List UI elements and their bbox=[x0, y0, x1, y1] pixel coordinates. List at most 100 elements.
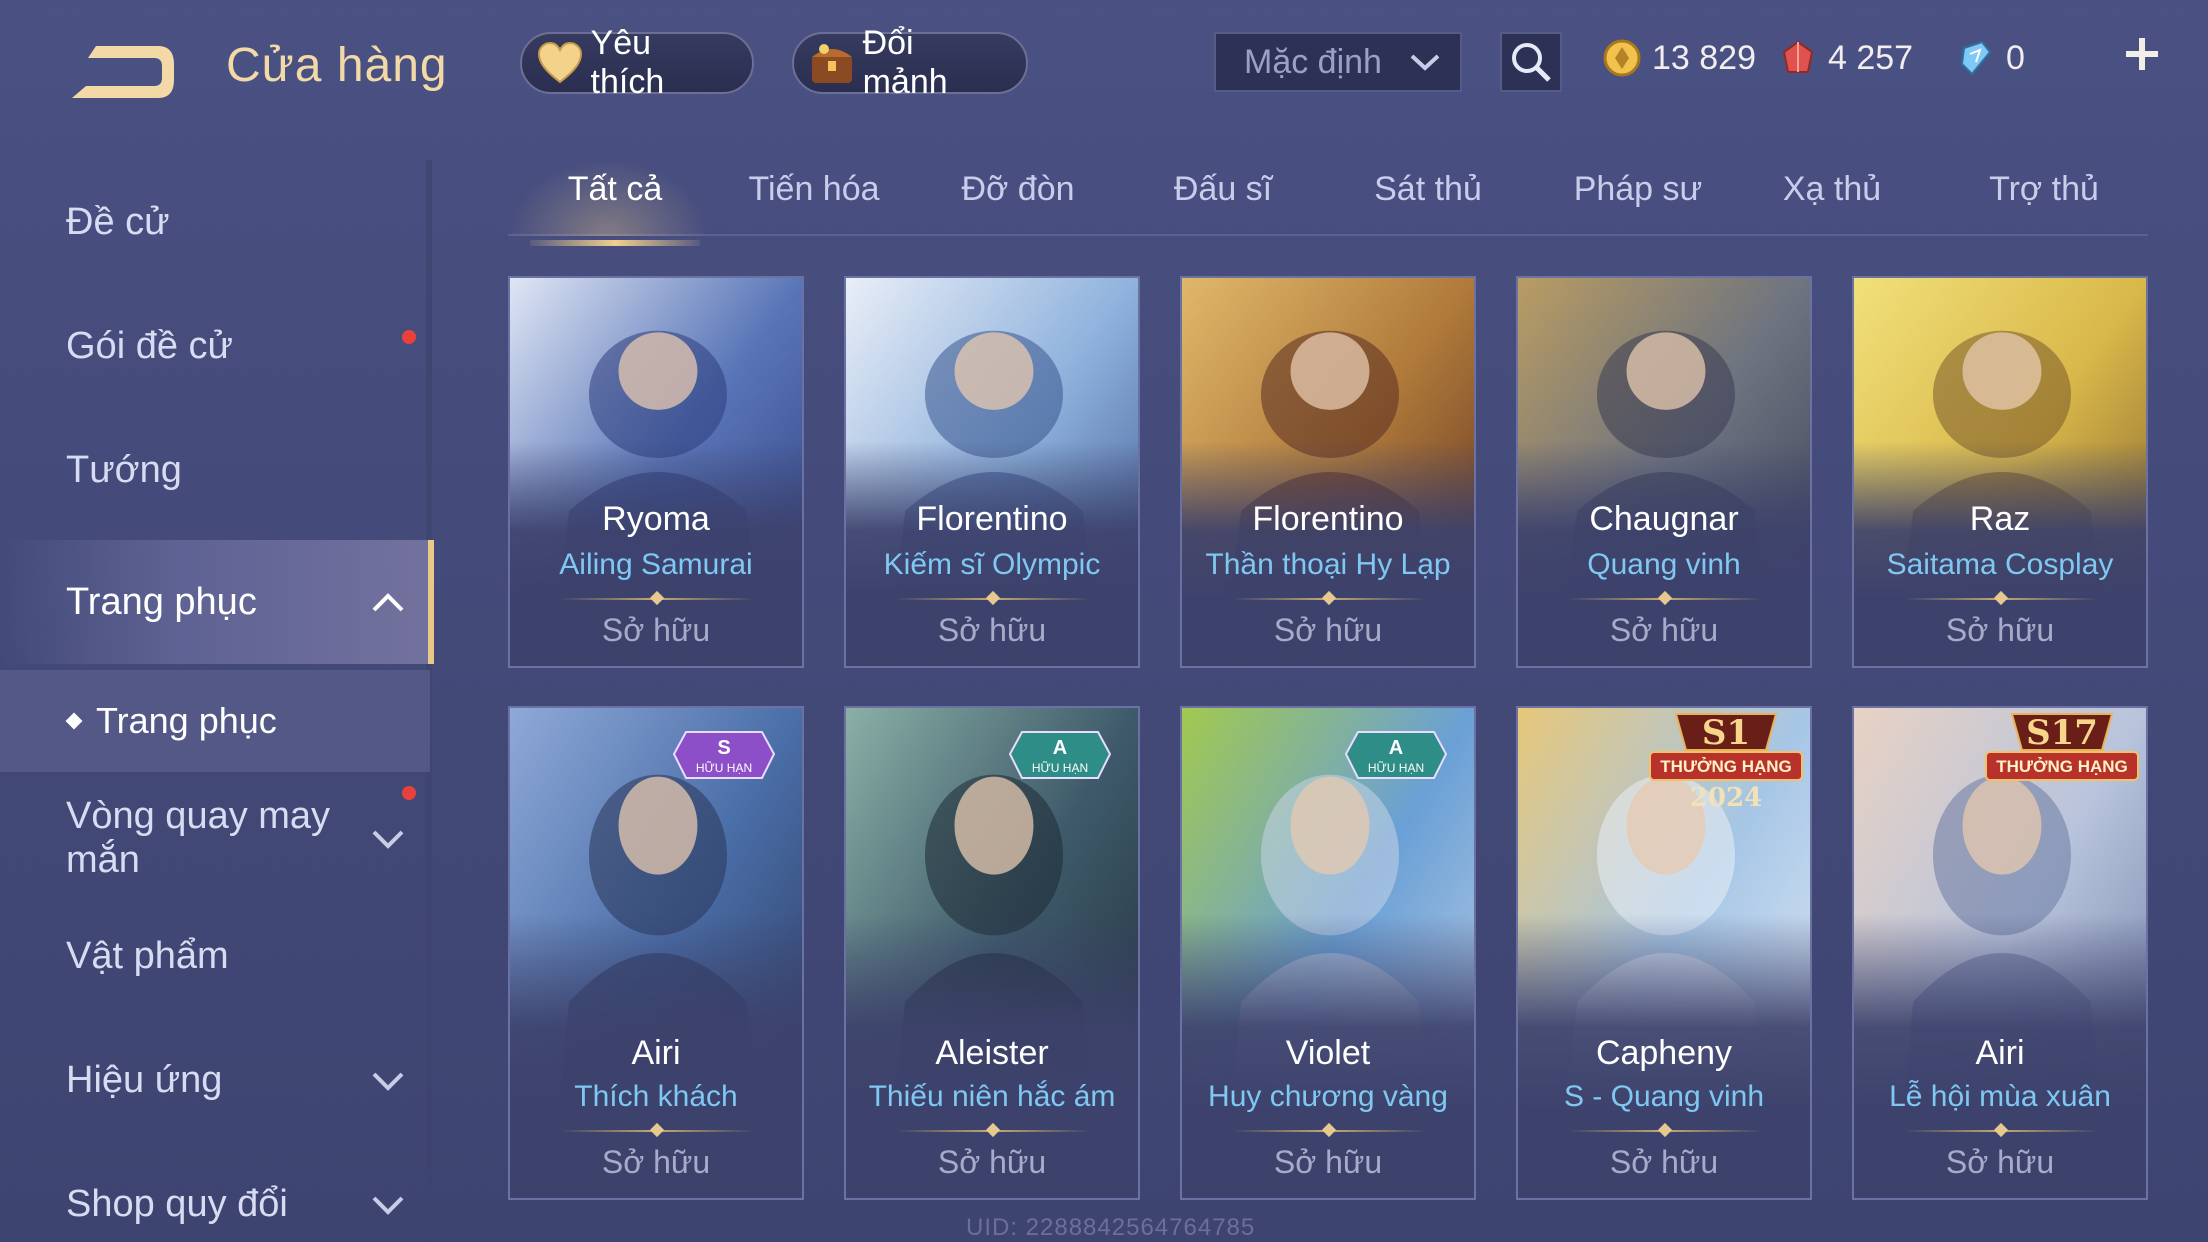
skin-card[interactable]: Florentino Thần thoại Hy Lạp Sở hữu bbox=[1180, 276, 1476, 668]
tab-support[interactable]: Trợ thủ bbox=[1986, 170, 2102, 234]
card-divider bbox=[896, 598, 1090, 600]
hero-name: Florentino bbox=[916, 500, 1068, 538]
tab-tank[interactable]: Đỡ đòn bbox=[948, 170, 1088, 234]
card-divider bbox=[1232, 598, 1426, 600]
card-divider bbox=[1568, 1130, 1762, 1132]
skin-card[interactable]: Ryoma Ailing Samurai Sở hữu bbox=[508, 276, 804, 668]
chevron-down-icon bbox=[372, 1196, 404, 1215]
limited-grade-badge: A HỮU HẠN bbox=[1008, 724, 1112, 786]
rank-year: 2024 bbox=[1690, 783, 1762, 813]
rank-season: S1 bbox=[1702, 713, 1750, 753]
rank-text: THƯỞNG HẠNG bbox=[1660, 757, 1792, 776]
hero-name: Capheny bbox=[1595, 1034, 1733, 1072]
fragment-exchange-button[interactable]: Đổi mảnh bbox=[792, 24, 1028, 101]
hero-name: Florentino bbox=[1252, 500, 1404, 538]
skin-name: Huy chương vàng bbox=[1208, 1080, 1448, 1113]
notification-dot bbox=[402, 786, 416, 800]
season-rank-badge: S1 THƯỞNG HẠNG 2024 bbox=[1646, 710, 1806, 820]
card-divider bbox=[1232, 1130, 1426, 1132]
favorite-button[interactable]: Yêu thích bbox=[520, 24, 754, 101]
badge-grade: A bbox=[1389, 737, 1403, 759]
skin-card[interactable]: S17 THƯỞNG HẠNG Airi Lễ hội mùa xuân Sở hữu bbox=[1852, 706, 2148, 1200]
skin-name: Kiếm sĩ Olympic bbox=[883, 548, 1101, 581]
voucher-gem-icon bbox=[1782, 40, 1814, 73]
card-divider bbox=[1904, 1130, 2098, 1132]
skin-name: Thích khách bbox=[574, 1080, 738, 1113]
limited-grade-badge: S HỮU HẠN bbox=[672, 724, 776, 786]
tab-all[interactable]: Tất cả bbox=[530, 170, 700, 246]
sidebar-item-items[interactable]: Vật phẩm bbox=[0, 894, 430, 1018]
back-button[interactable] bbox=[66, 36, 178, 106]
hero-name: Aleister bbox=[935, 1034, 1049, 1072]
skin-card[interactable]: Raz Saitama Cosplay Sở hữu bbox=[1852, 276, 2148, 668]
skin-name: Quang vinh bbox=[1587, 548, 1741, 581]
voucher-amount: 4 257 bbox=[1828, 38, 1914, 77]
skin-card[interactable]: Chaugnar Quang vinh Sở hữu bbox=[1516, 276, 1812, 668]
sidebar-item-skins[interactable]: Trang phục bbox=[0, 540, 434, 664]
skin-card[interactable]: S1 THƯỞNG HẠNG 2024 Capheny S - Quang vinh Sở… bbox=[1516, 706, 1812, 1200]
sidebar-item-label: Shop quy đổi bbox=[66, 1182, 288, 1225]
sidebar-subitem-skins[interactable]: Trang phục bbox=[0, 670, 430, 772]
chevron-up-icon bbox=[372, 593, 404, 612]
sidebar-item-heroes[interactable]: Tướng bbox=[0, 408, 430, 532]
skin-name: Ailing Samurai bbox=[559, 548, 753, 581]
notification-dot bbox=[402, 330, 416, 344]
limited-grade-badge: A HỮU HẠN bbox=[1344, 724, 1448, 786]
card-divider bbox=[896, 1130, 1090, 1132]
sidebar-item-lucky-spin[interactable]: Vòng quay may mắn bbox=[0, 772, 430, 904]
sidebar-subitem-label: Trang phục bbox=[96, 700, 277, 741]
badge-grade: S bbox=[717, 737, 730, 759]
sort-dropdown[interactable]: Mặc định bbox=[1214, 32, 1462, 92]
crystal-icon bbox=[1960, 40, 1992, 76]
hero-name: Violet bbox=[1285, 1034, 1371, 1072]
rank-text: THƯỞNG HẠNG bbox=[1996, 757, 2128, 776]
card-divider bbox=[1568, 598, 1762, 600]
sidebar: Đề cử Gói đề cử Tướng Trang phục Trang p… bbox=[0, 160, 434, 1242]
chevron-down-icon bbox=[372, 1072, 404, 1091]
badge-text: HỮU HẠN bbox=[1368, 760, 1424, 775]
hero-name: Airi bbox=[631, 1034, 681, 1072]
skin-name: Saitama Cosplay bbox=[1886, 548, 2114, 581]
badge-text: HỮU HẠN bbox=[696, 760, 752, 775]
plus-icon bbox=[2126, 38, 2158, 70]
gold-coin-icon bbox=[1603, 39, 1641, 77]
hero-name: Airi bbox=[1975, 1034, 2025, 1072]
sidebar-item-featured-bundles[interactable]: Gói đề cử bbox=[0, 284, 430, 408]
skin-name: Thần thoại Hy Lạp bbox=[1205, 548, 1451, 581]
diamond-bullet-icon bbox=[65, 712, 83, 730]
rank-season: S17 bbox=[2026, 713, 2098, 753]
owned-status: Sở hữu bbox=[937, 612, 1047, 648]
tab-marksman[interactable]: Xạ thủ bbox=[1780, 170, 1884, 234]
season-rank-badge: S17 THƯỞNG HẠNG bbox=[1982, 710, 2142, 820]
sidebar-item-label: Vòng quay may mắn bbox=[66, 795, 331, 881]
sidebar-item-effects[interactable]: Hiệu ứng bbox=[0, 1018, 430, 1142]
fragment-exchange-label: Đổi mảnh bbox=[862, 24, 948, 101]
owned-status: Sở hữu bbox=[1273, 612, 1383, 648]
skin-card[interactable]: A HỮU HẠN Aleister Thiếu niên hắc ám Sở hữu bbox=[844, 706, 1140, 1200]
search-button[interactable] bbox=[1500, 32, 1562, 92]
tab-assassin[interactable]: Sát thủ bbox=[1370, 170, 1486, 234]
top-up-button[interactable] bbox=[2118, 30, 2166, 78]
hero-name: Raz bbox=[1969, 500, 2031, 538]
sidebar-item-label: Gói đề cử bbox=[66, 324, 233, 367]
tab-mage[interactable]: Pháp sư bbox=[1568, 170, 1708, 234]
skin-card[interactable]: A HỮU HẠN Violet Huy chương vàng Sở hữu bbox=[1180, 706, 1476, 1200]
skin-card[interactable]: S HỮU HẠN Airi Thích khách Sở hữu bbox=[508, 706, 804, 1200]
owned-status: Sở hữu bbox=[601, 1144, 711, 1180]
owned-status: Sở hữu bbox=[1609, 1144, 1719, 1180]
chevron-down-icon bbox=[372, 830, 404, 849]
owned-status: Sở hữu bbox=[1609, 612, 1719, 648]
tab-fighter[interactable]: Đấu sĩ bbox=[1168, 170, 1278, 234]
sidebar-item-label: Trang phục bbox=[66, 580, 257, 623]
skin-name: Thiếu niên hắc ám bbox=[868, 1080, 1116, 1113]
tab-evolution[interactable]: Tiến hóa bbox=[744, 170, 884, 234]
sidebar-item-featured[interactable]: Đề cử bbox=[0, 160, 430, 284]
gold-currency: 13 829 bbox=[1602, 34, 1756, 82]
owned-status: Sở hữu bbox=[1945, 1144, 2055, 1180]
gem-currency: 0 bbox=[1956, 34, 2025, 82]
top-bar: Cửa hàng Yêu thích Đổi mảnh Mặc định 13 … bbox=[0, 0, 2208, 130]
back-arrow-icon bbox=[72, 46, 174, 98]
sidebar-item-exchange-shop[interactable]: Shop quy đổi bbox=[0, 1142, 430, 1242]
skin-card[interactable]: Florentino Kiếm sĩ Olympic Sở hữu bbox=[844, 276, 1140, 668]
card-divider bbox=[560, 598, 754, 600]
